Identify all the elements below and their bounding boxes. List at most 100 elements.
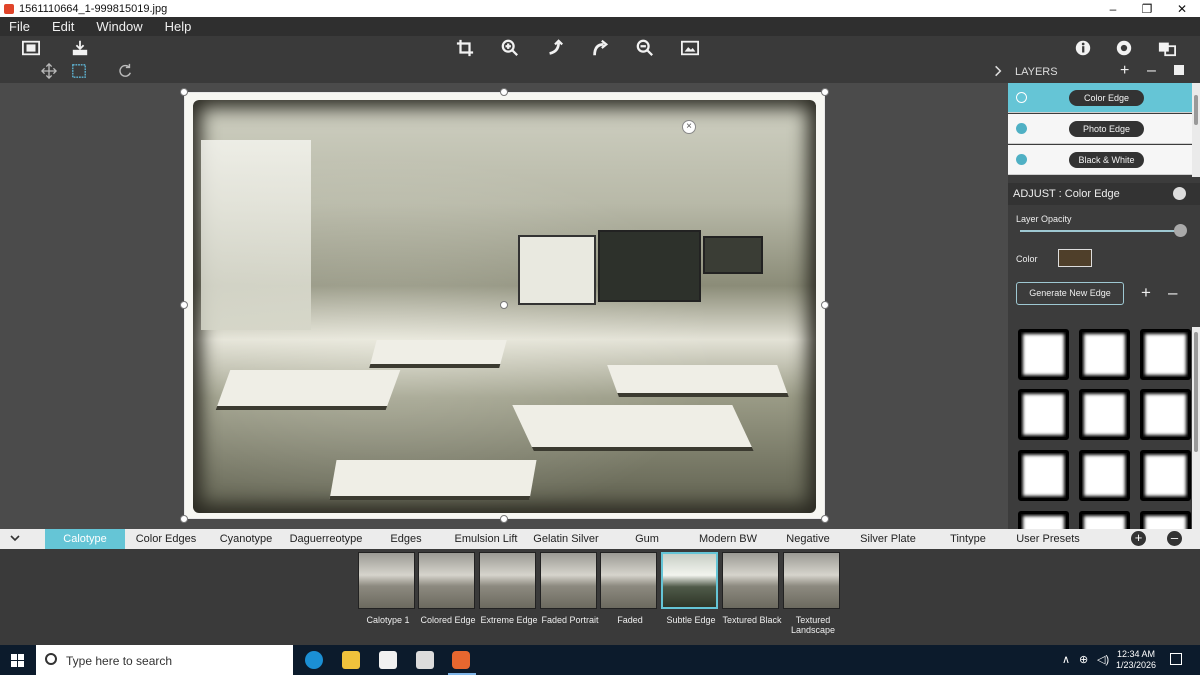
edge-browser-icon[interactable] — [305, 651, 323, 669]
windows-start-icon[interactable] — [11, 654, 24, 667]
scrollbar-thumb[interactable] — [1194, 95, 1198, 125]
resize-handle[interactable] — [821, 301, 829, 309]
remove-preset-button[interactable]: – — [1167, 531, 1182, 546]
preset-thumbnail[interactable] — [479, 552, 536, 609]
tab-negative[interactable]: Negative — [768, 529, 848, 549]
taskbar-clock[interactable]: 12:34 AM 1/23/2026 — [1110, 649, 1162, 671]
edge-grid-scrollbar[interactable] — [1192, 327, 1200, 529]
info-icon[interactable] — [1073, 38, 1093, 58]
resize-handle[interactable] — [180, 88, 188, 96]
layer-visibility-icon[interactable] — [1016, 92, 1027, 103]
tab-modern-bw[interactable]: Modern BW — [688, 529, 768, 549]
tab-calotype[interactable]: Calotype — [45, 529, 125, 549]
save-image-icon[interactable] — [70, 38, 90, 58]
fit-image-icon[interactable] — [680, 38, 700, 58]
preset-thumbnail[interactable] — [358, 552, 415, 609]
tab-silver-plate[interactable]: Silver Plate — [848, 529, 928, 549]
preset-thumbnail[interactable] — [600, 552, 657, 609]
rotate-icon[interactable] — [116, 62, 134, 80]
remove-layer-icon[interactable]: × — [682, 120, 696, 134]
tab-daguerreotype[interactable]: Daguerreotype — [286, 529, 366, 549]
zoom-in-icon[interactable] — [500, 38, 520, 58]
image-canvas[interactable]: × — [0, 83, 1008, 529]
preset-thumbnail[interactable] — [418, 552, 475, 609]
chevron-down-icon[interactable] — [9, 532, 21, 547]
preset-thumbnail[interactable] — [540, 552, 597, 609]
adjust-options-icon[interactable] — [1173, 187, 1186, 200]
tab-tintype[interactable]: Tintype — [928, 529, 1008, 549]
chevron-up-icon[interactable]: ∧ — [1062, 653, 1070, 666]
preset-thumbnail[interactable] — [783, 552, 840, 609]
app-taskbar-icon[interactable] — [452, 651, 470, 669]
tab-gum-bichromate[interactable]: Gum Bichromate — [606, 529, 688, 565]
edge-texture-tile[interactable] — [1079, 450, 1130, 501]
menu-window[interactable]: Window — [96, 19, 142, 34]
duplicate-layer-icon[interactable] — [1174, 65, 1184, 75]
generate-new-edge-button[interactable]: Generate New Edge — [1016, 282, 1124, 305]
layer-row-color-edge[interactable]: Color Edge — [1008, 83, 1192, 113]
layer-opacity-knob[interactable] — [1174, 224, 1187, 237]
layer-row-photo-edge[interactable]: Photo Edge — [1008, 114, 1192, 144]
resize-handle[interactable] — [821, 515, 829, 523]
minimize-button[interactable]: – — [1095, 0, 1131, 17]
tab-gelatin-silver[interactable]: Gelatin Silver — [526, 529, 606, 549]
tab-user-presets[interactable]: User Presets — [1008, 529, 1088, 549]
file-explorer-icon[interactable] — [342, 651, 360, 669]
preset-calotype-1[interactable]: Calotype 1 — [358, 552, 418, 625]
store-icon[interactable] — [379, 651, 397, 669]
edge-texture-tile[interactable] — [1079, 389, 1130, 440]
redo-icon[interactable] — [590, 38, 610, 58]
resize-handle[interactable] — [500, 88, 508, 96]
scrollbar-thumb[interactable] — [1194, 332, 1198, 452]
preset-thumbnail[interactable] — [661, 552, 718, 609]
resize-handle[interactable] — [500, 515, 508, 523]
menu-file[interactable]: File — [9, 19, 30, 34]
preset-textured-landscape[interactable]: Textured Landscape — [783, 552, 843, 635]
preset-thumbnail[interactable] — [722, 552, 779, 609]
preset-subtle-edge[interactable]: Subtle Edge — [661, 552, 721, 625]
resize-handle[interactable] — [821, 88, 829, 96]
network-icon[interactable]: ⊕ — [1079, 653, 1088, 666]
remove-edge-button[interactable]: – — [1168, 283, 1177, 303]
layer-visibility-icon[interactable] — [1016, 123, 1027, 134]
layer-row-black-white[interactable]: Black & White — [1008, 145, 1192, 175]
collapse-panel-icon[interactable] — [989, 62, 1007, 80]
add-preset-button[interactable]: + — [1131, 531, 1146, 546]
select-icon[interactable] — [70, 62, 88, 80]
add-edge-button[interactable]: + — [1141, 283, 1151, 303]
tab-cyanotype[interactable]: Cyanotype — [206, 529, 286, 549]
edge-texture-tile[interactable] — [1140, 389, 1191, 440]
preset-faded[interactable]: Faded — [600, 552, 660, 625]
menu-help[interactable]: Help — [165, 19, 192, 34]
zoom-out-icon[interactable] — [635, 38, 655, 58]
preset-textured-black[interactable]: Textured Black — [722, 552, 782, 625]
presets-icon[interactable] — [1157, 38, 1177, 58]
close-button[interactable]: ✕ — [1164, 0, 1200, 17]
preset-faded-portrait[interactable]: Faded Portrait — [540, 552, 600, 625]
tab-edges[interactable]: Edges — [366, 529, 446, 549]
add-layer-button[interactable]: + — [1120, 62, 1129, 80]
settings-icon[interactable] — [1114, 38, 1134, 58]
preset-extreme-edge[interactable]: Extreme Edge — [479, 552, 539, 625]
resize-handle[interactable] — [180, 301, 188, 309]
open-image-icon[interactable] — [21, 38, 41, 58]
edge-texture-tile[interactable] — [1079, 329, 1130, 380]
preset-colored-edge[interactable]: Colored Edge — [418, 552, 478, 625]
volume-icon[interactable]: ◁) — [1097, 653, 1109, 666]
undo-icon[interactable] — [545, 38, 565, 58]
edge-texture-tile[interactable] — [1079, 511, 1130, 529]
restore-button[interactable]: ❐ — [1129, 0, 1165, 17]
tab-color-edges[interactable]: Color Edges — [126, 529, 206, 549]
move-icon[interactable] — [40, 62, 58, 80]
taskbar-search-box[interactable]: Type here to search — [36, 645, 293, 675]
mail-icon[interactable] — [416, 651, 434, 669]
resize-handle[interactable] — [180, 515, 188, 523]
edge-texture-tile[interactable] — [1018, 389, 1069, 440]
edge-texture-tile[interactable] — [1018, 511, 1069, 529]
edge-texture-tile[interactable] — [1140, 329, 1191, 380]
layer-visibility-icon[interactable] — [1016, 154, 1027, 165]
notifications-icon[interactable] — [1170, 653, 1182, 665]
edge-texture-tile[interactable] — [1018, 329, 1069, 380]
edge-texture-tile[interactable] — [1140, 511, 1191, 529]
layer-opacity-slider[interactable] — [1020, 230, 1180, 232]
